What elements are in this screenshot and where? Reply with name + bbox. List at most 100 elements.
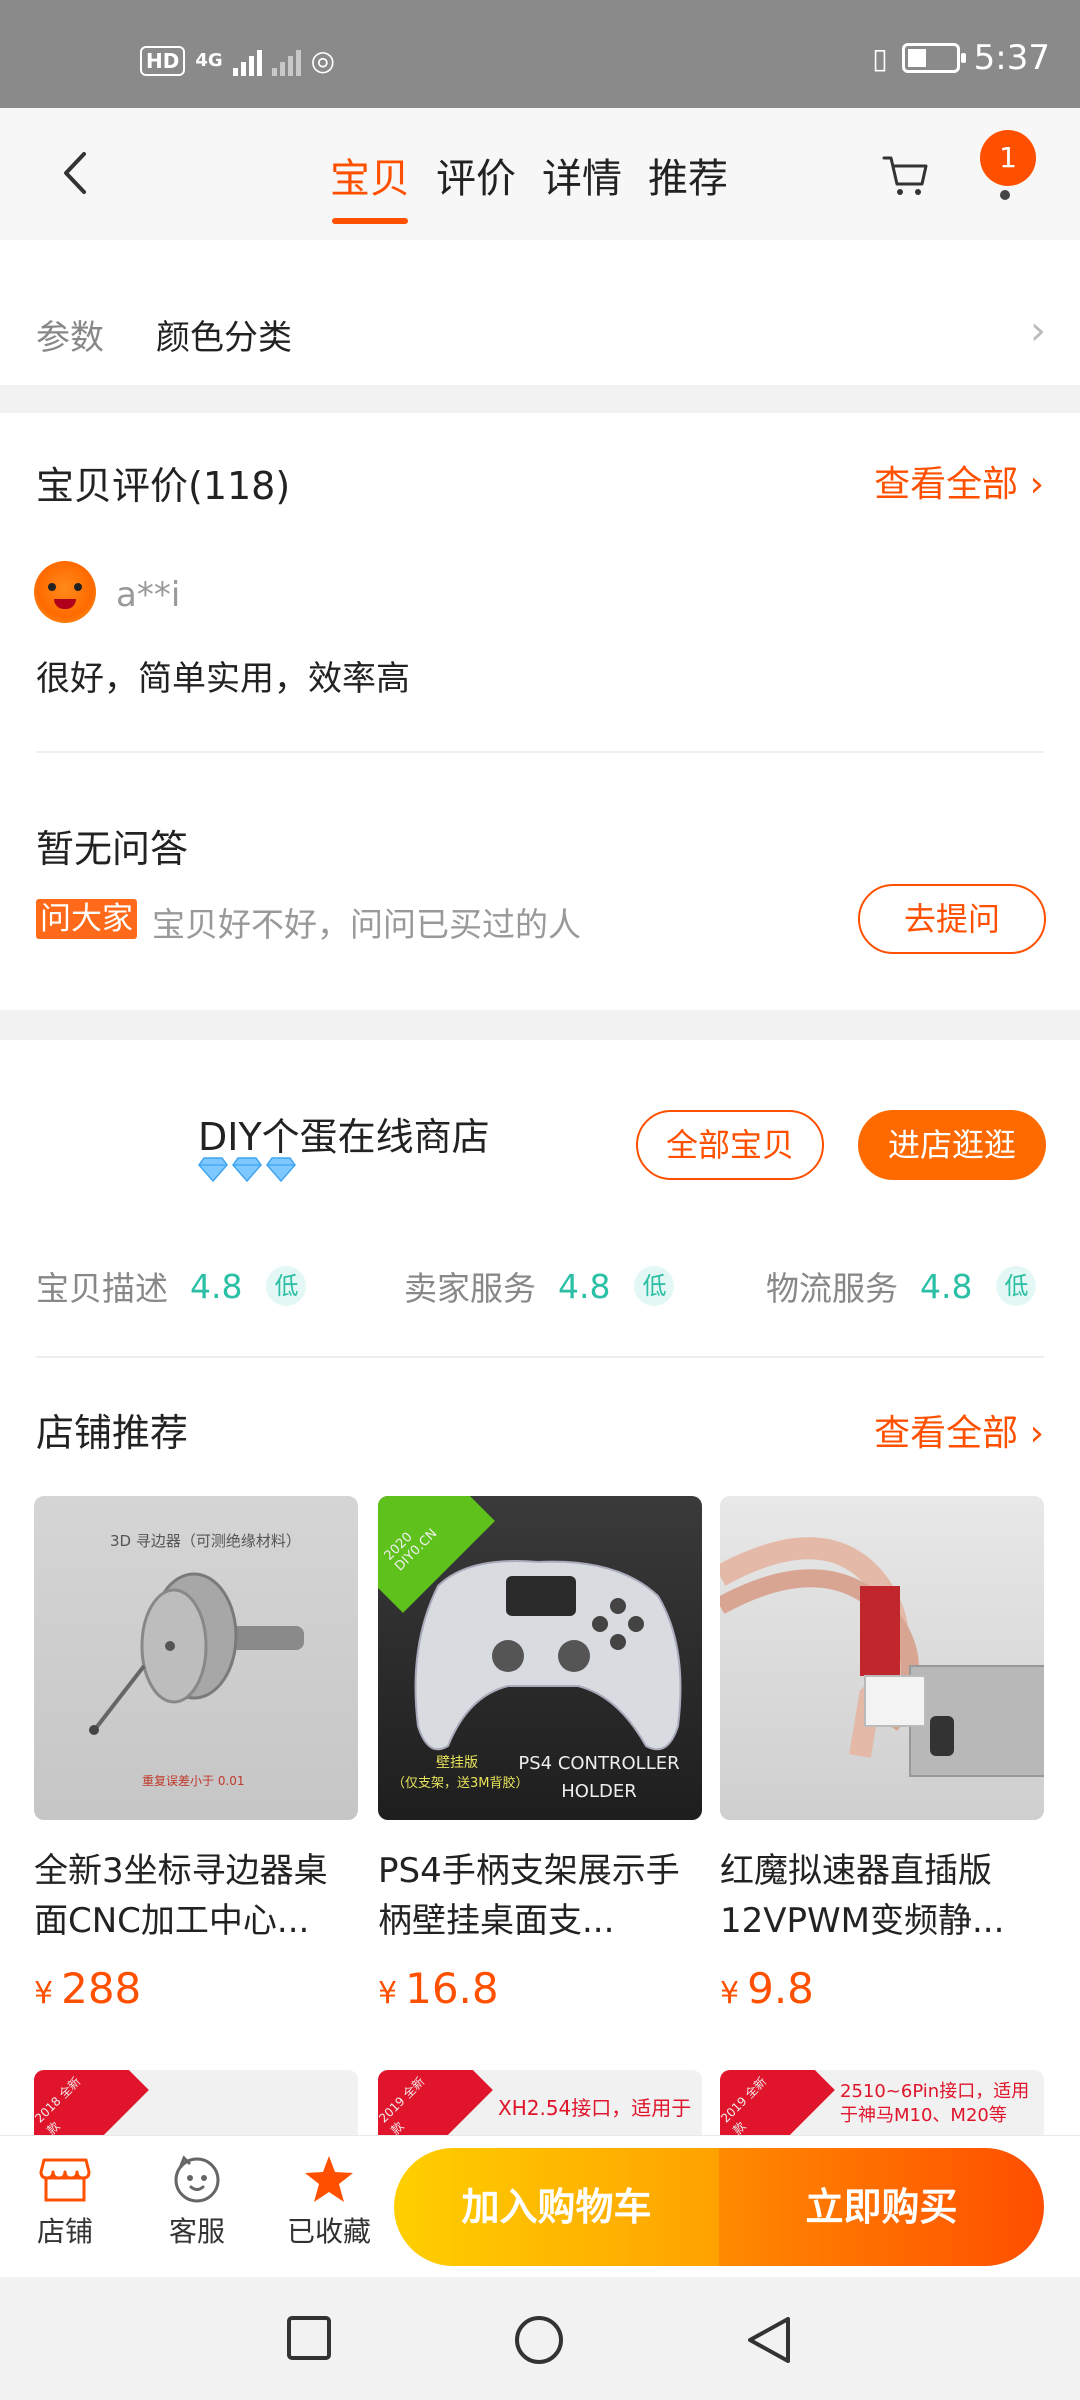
bottom-action-bar: 店铺 客服 已收藏 加入购物车 立即购买 bbox=[0, 2135, 1080, 2277]
tab-recommend[interactable]: 推荐 bbox=[648, 146, 728, 224]
product-name: PS4手柄支架展示手柄壁挂桌面支... bbox=[378, 1851, 680, 1941]
shop-section: DIY个蛋在线商店 全部宝贝 进店逛逛 宝贝描述 4.8 低 卖家服务 4.8 … bbox=[0, 1040, 1080, 2140]
clock: 5:37 bbox=[973, 38, 1050, 78]
product-card[interactable]: 2019 全新款 XH2.54接口，适用于 bbox=[378, 2070, 702, 2140]
product-image-caption-3: PS4 CONTROLLER HOLDER bbox=[518, 1753, 680, 1802]
product-image[interactable]: 3D 寻边器（可测绝缘材料） 重复误差小于 0.01 bbox=[34, 1496, 358, 1820]
diamond-icon bbox=[198, 1157, 228, 1182]
product-price: ¥16.8 bbox=[378, 1964, 702, 2013]
more-dot-icon[interactable] bbox=[1000, 190, 1010, 200]
back-icon[interactable] bbox=[56, 148, 96, 198]
reviews-view-all-link[interactable]: 查看全部 › bbox=[874, 455, 1044, 507]
shop-action-label: 店铺 bbox=[36, 2215, 93, 2248]
service-action[interactable]: 客服 bbox=[142, 2154, 252, 2250]
home-icon[interactable] bbox=[514, 2315, 564, 2365]
rating-label: 宝贝描述 bbox=[36, 1269, 168, 1308]
product-image[interactable]: 2019 全新款 XH2.54接口，适用于 bbox=[378, 2070, 702, 2140]
product-image[interactable]: 2019 全新款 2510~6Pin接口，适用于神马M10、M20等 bbox=[720, 2070, 1044, 2140]
recommend-view-all-link[interactable]: 查看全部 › bbox=[874, 1404, 1044, 1456]
buy-now-button[interactable]: 立即购买 bbox=[719, 2148, 1044, 2266]
tab-details[interactable]: 详情 bbox=[542, 146, 622, 224]
currency-symbol: ¥ bbox=[34, 1976, 54, 2011]
rating-level-badge: 低 bbox=[266, 1266, 307, 1306]
back-nav-icon[interactable] bbox=[744, 2315, 792, 2365]
params-row[interactable]: 参数 颜色分类 › bbox=[0, 240, 1080, 385]
price-value: 288 bbox=[61, 1964, 142, 2013]
tab-reviews[interactable]: 评价 bbox=[436, 146, 516, 224]
shop-logo[interactable] bbox=[36, 1100, 156, 1220]
product-card[interactable]: 2019 全新款 2510~6Pin接口，适用于神马M10、M20等 bbox=[720, 2070, 1044, 2140]
rating-level-badge: 低 bbox=[996, 1266, 1037, 1306]
reviews-title: 宝贝评价(118) bbox=[36, 464, 291, 508]
product-name: 全新3坐标寻边器桌面CNC加工中心... bbox=[34, 1851, 328, 1941]
status-left: HD 4G ◎ bbox=[140, 44, 335, 77]
product-price: ¥288 bbox=[34, 1964, 358, 2013]
currency-symbol: ¥ bbox=[720, 1976, 740, 2011]
product-card[interactable]: 红魔拟速器直插版12VPWM变频静... ¥9.8 bbox=[720, 1496, 1044, 2013]
price-value: 9.8 bbox=[747, 1964, 814, 2013]
product-image-caption: 壁挂版 bbox=[436, 1755, 478, 1771]
status-bar: HD 4G ◎ ▯ 5:37 bbox=[0, 0, 1080, 108]
price-value: 16.8 bbox=[405, 1964, 499, 2013]
purchase-buttons: 加入购物车 立即购买 bbox=[394, 2148, 1044, 2266]
params-label: 参数 bbox=[36, 318, 104, 358]
ask-question-button[interactable]: 去提问 bbox=[858, 884, 1046, 954]
service-action-label: 客服 bbox=[168, 2215, 225, 2248]
top-nav: 宝贝 评价 详情 推荐 1 bbox=[0, 108, 1080, 240]
shop-recommend-title: 店铺推荐 bbox=[36, 1411, 189, 1455]
vibrate-icon: ▯ bbox=[872, 41, 888, 75]
signal-icon bbox=[232, 46, 262, 76]
diamond-icon bbox=[266, 1157, 296, 1182]
star-icon bbox=[305, 2156, 353, 2202]
signal-icon-secondary bbox=[271, 46, 301, 76]
currency-symbol: ¥ bbox=[378, 1976, 398, 2011]
qa-tag: 问大家 bbox=[36, 899, 137, 939]
network-type-label: 4G bbox=[195, 49, 223, 71]
product-image[interactable]: 2020 DIY0.CN 壁挂版 （仅支架，送3M背胶） PS4 CONTROL… bbox=[378, 1496, 702, 1820]
diamond-icon bbox=[232, 1157, 262, 1182]
store-icon bbox=[39, 2158, 91, 2202]
customer-service-icon bbox=[174, 2155, 220, 2203]
battery-icon bbox=[901, 43, 966, 73]
product-name: 红魔拟速器直插版12VPWM变频静... bbox=[720, 1851, 1005, 1941]
rating-logistics: 物流服务 4.8 低 bbox=[766, 1262, 1037, 1310]
divider bbox=[36, 751, 1044, 753]
favorite-action-label: 已收藏 bbox=[286, 2215, 371, 2248]
shop-name[interactable]: DIY个蛋在线商店 bbox=[198, 1106, 490, 1161]
params-value: 颜色分类 bbox=[156, 318, 292, 358]
product-image[interactable]: 2018 全新款 bbox=[34, 2070, 358, 2140]
all-items-button[interactable]: 全部宝贝 bbox=[636, 1110, 824, 1180]
system-nav-bar bbox=[0, 2277, 1080, 2400]
rating-description: 宝贝描述 4.8 低 bbox=[36, 1262, 307, 1310]
reviews-section: 宝贝评价(118) 查看全部 › a**i 很好，简单实用，效率高 暂无问答 问… bbox=[0, 413, 1080, 1010]
section-tabs: 宝贝 评价 详情 推荐 bbox=[330, 146, 728, 224]
cart-badge[interactable]: 1 bbox=[980, 130, 1036, 186]
rating-label: 物流服务 bbox=[766, 1269, 898, 1308]
chevron-right-icon: › bbox=[1030, 308, 1046, 354]
qa-hint: 宝贝好不好，问问已买过的人 bbox=[152, 905, 581, 944]
product-card[interactable]: 2018 全新款 bbox=[34, 2070, 358, 2140]
product-image-caption: XH2.54接口，适用于 bbox=[498, 2096, 692, 2120]
add-to-cart-button[interactable]: 加入购物车 bbox=[394, 2148, 719, 2266]
favorite-action[interactable]: 已收藏 bbox=[274, 2154, 384, 2250]
divider bbox=[36, 1356, 1044, 1358]
visit-shop-button[interactable]: 进店逛逛 bbox=[858, 1110, 1046, 1180]
review-text: 很好，简单实用，效率高 bbox=[36, 659, 410, 699]
product-card[interactable]: 2020 DIY0.CN 壁挂版 （仅支架，送3M背胶） PS4 CONTROL… bbox=[378, 1496, 702, 2013]
product-card[interactable]: 3D 寻边器（可测绝缘材料） 重复误差小于 0.01 全新3坐标寻边器桌面CNC… bbox=[34, 1496, 358, 2013]
shop-level-diamonds bbox=[198, 1156, 296, 1182]
rating-label: 卖家服务 bbox=[404, 1269, 536, 1308]
hd-icon: HD bbox=[140, 45, 186, 76]
rating-score: 4.8 bbox=[558, 1266, 611, 1306]
rating-score: 4.8 bbox=[920, 1266, 973, 1306]
cart-icon[interactable] bbox=[880, 150, 930, 200]
fan-controller-illustration bbox=[720, 1537, 1044, 1777]
product-image-caption-2: 重复误差小于 0.01 bbox=[142, 1774, 245, 1788]
rating-score: 4.8 bbox=[190, 1266, 243, 1306]
shop-action[interactable]: 店铺 bbox=[10, 2154, 120, 2250]
tab-item[interactable]: 宝贝 bbox=[330, 146, 410, 224]
product-image[interactable] bbox=[720, 1496, 1044, 1820]
hotspot-icon: ◎ bbox=[310, 44, 336, 77]
recent-apps-icon[interactable] bbox=[286, 2315, 332, 2361]
recommend-view-all-label: 查看全部 bbox=[874, 1413, 1019, 1454]
